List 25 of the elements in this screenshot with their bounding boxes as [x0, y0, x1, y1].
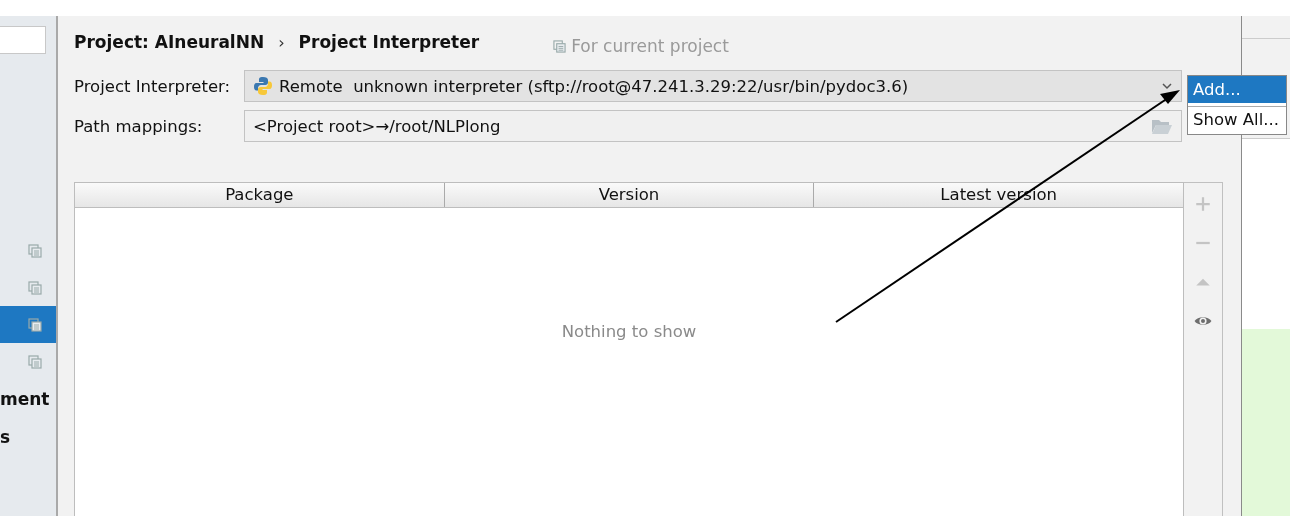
sidebar-item[interactable]: ment	[0, 380, 56, 418]
breadcrumb-separator: ›	[278, 32, 285, 52]
column-header[interactable]: Package	[75, 183, 445, 207]
field-label: Path mappings:	[74, 116, 204, 136]
empty-message: Nothing to show	[561, 321, 697, 341]
copy-icon	[553, 39, 567, 53]
python-icon	[253, 76, 273, 96]
menu-item[interactable]: Show All...	[1188, 106, 1286, 134]
breadcrumb-item[interactable]: Project Interpreter	[298, 32, 480, 52]
path-mappings-field[interactable]: <Project root>→/root/NLPlong	[244, 110, 1182, 142]
folder-icon[interactable]	[1151, 117, 1173, 135]
field-label: Project Interpreter:	[74, 76, 232, 96]
interpreter-dropdown[interactable]: Remote unknown interpreter (sftp://root@47.241.3.29:22/usr/bin/pydoc3.6)	[244, 70, 1182, 102]
breadcrumb-item[interactable]: Project: AIneuralNN	[74, 32, 265, 52]
sidebar-item[interactable]: s	[0, 418, 56, 456]
column-header[interactable]: Version	[444, 183, 815, 207]
scope-note: For current project	[571, 36, 729, 56]
chevron-down-icon	[1161, 80, 1173, 92]
copy-icon	[28, 354, 42, 369]
copy-icon	[28, 243, 42, 258]
menu-item[interactable]: Add...	[1188, 76, 1286, 106]
search-field[interactable]	[0, 26, 46, 54]
copy-icon	[28, 280, 42, 295]
sidebar-item[interactable]	[0, 306, 56, 343]
copy-icon	[28, 317, 42, 332]
